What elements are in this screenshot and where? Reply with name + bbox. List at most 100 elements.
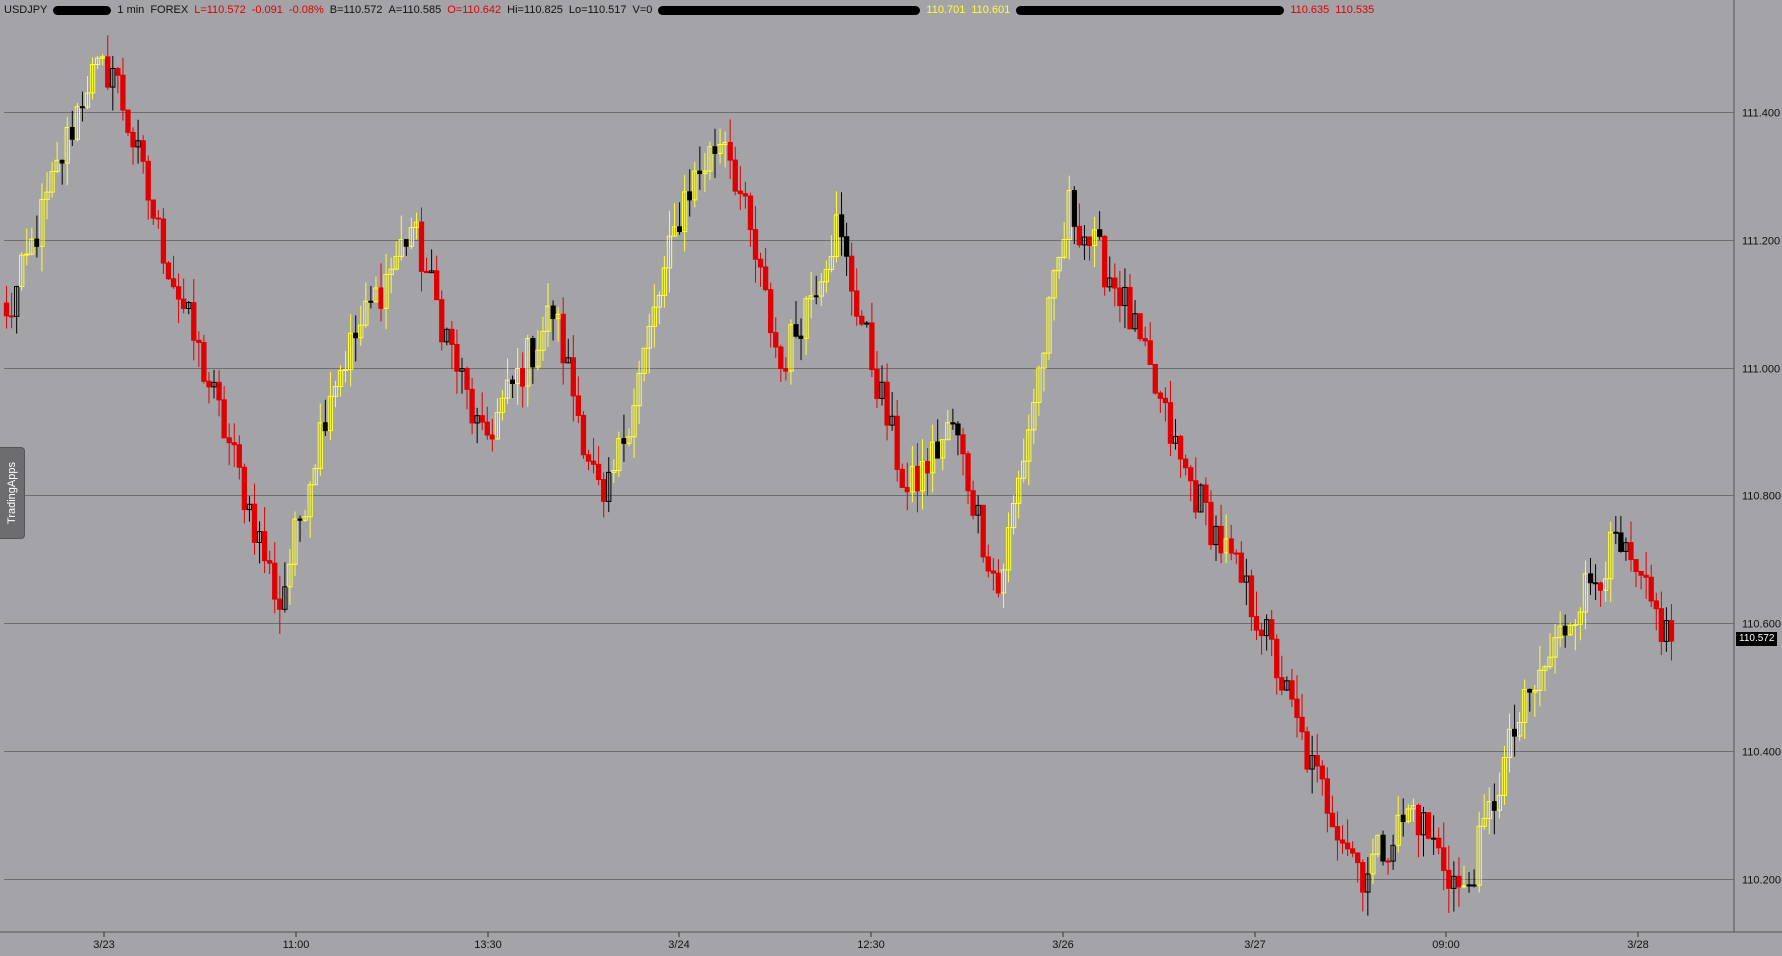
candle-body	[1274, 638, 1280, 679]
candle-body	[676, 226, 683, 232]
candle-body	[727, 141, 733, 161]
x-tick-label: 3/28	[1627, 939, 1648, 951]
candle-body	[1613, 531, 1619, 534]
candle-body	[196, 339, 202, 344]
candle-body	[550, 305, 556, 320]
candle-body	[965, 453, 971, 492]
candle-body	[1446, 869, 1452, 889]
candle-body	[778, 346, 784, 370]
candle-body	[1157, 392, 1163, 399]
indicator-2-value-b: 110.535	[1335, 4, 1375, 16]
candle-body	[869, 322, 875, 371]
candle-body	[1344, 842, 1351, 850]
y-tick-label: 110.400	[1742, 747, 1781, 759]
candle-body	[1380, 834, 1386, 862]
candle-body	[1471, 884, 1477, 887]
candle-body	[1511, 728, 1518, 737]
trading-apps-label: TradingApps	[6, 462, 18, 524]
candle-body	[570, 357, 576, 397]
candle-body	[469, 388, 475, 424]
candle-body	[181, 298, 187, 309]
candle-body	[105, 56, 111, 88]
chart-header: USDJPY 1 min FOREX L=110.572 -0.091 -0.0…	[4, 3, 1380, 17]
candle-body	[1177, 435, 1184, 460]
candle-body	[1592, 582, 1599, 585]
candle-body	[120, 74, 126, 111]
candle-body	[322, 422, 328, 432]
candle-body	[1653, 600, 1659, 610]
candle-body	[950, 422, 956, 425]
candle-body	[1167, 402, 1174, 444]
x-tick-label: 3/26	[1052, 939, 1073, 951]
candle-body	[403, 239, 409, 247]
y-tick-label: 110.800	[1742, 491, 1781, 503]
candle-body	[1203, 484, 1209, 503]
candle-body	[590, 460, 597, 465]
candle-body	[1294, 698, 1300, 718]
candle-body	[277, 598, 283, 610]
candle-body	[1587, 573, 1594, 584]
candle-body	[1319, 765, 1325, 780]
candle-body	[985, 556, 991, 572]
open-price: O=110.642	[447, 4, 502, 16]
candle-body	[1228, 538, 1234, 554]
candle-body	[1127, 286, 1133, 330]
candle-body	[783, 368, 789, 372]
interval-label: 1 min	[117, 4, 145, 16]
candle-body	[1076, 225, 1083, 246]
candle-body	[813, 295, 819, 298]
candle-body	[859, 315, 865, 325]
candle-body	[742, 193, 749, 197]
candle-body	[980, 504, 986, 558]
candle-body	[79, 106, 86, 109]
candle-body	[732, 159, 738, 192]
candle-body	[1269, 619, 1275, 640]
candle-body	[206, 380, 212, 388]
y-tick-label: 111.000	[1742, 364, 1780, 376]
candle-body	[1329, 812, 1336, 828]
candle-body	[712, 146, 718, 155]
axis-labels: 111.400 111.200 111.000 110.800 110.600 110.4…	[93, 108, 1781, 952]
candle-body	[509, 379, 516, 385]
candle-body	[1527, 689, 1533, 693]
volume-label: V=0	[632, 4, 653, 16]
candle-body	[924, 461, 931, 474]
candle-body	[935, 441, 941, 459]
candle-body	[1086, 236, 1093, 247]
candle-body	[697, 170, 703, 175]
candle-body	[297, 518, 303, 521]
candle-body	[595, 463, 602, 481]
candle-body	[221, 399, 227, 439]
price-chart[interactable]: 111.400 111.200 111.000 110.800 110.600 110.4…	[0, 0, 1782, 956]
candle-body	[1248, 575, 1255, 618]
candle-body	[1162, 397, 1169, 404]
low-price: Lo=110.517	[568, 4, 627, 16]
candle-body	[59, 159, 65, 164]
indicator-1-value-b: 110.601	[971, 4, 1011, 16]
candle-body	[687, 191, 693, 201]
candle-body	[1071, 190, 1077, 227]
candle-body	[489, 434, 495, 440]
candle-body	[1385, 860, 1391, 863]
candle-body	[1102, 235, 1108, 288]
x-tick-label: 3/27	[1244, 939, 1265, 951]
indicator-1-value-a: 110.701	[926, 4, 966, 16]
candle-body	[1142, 338, 1148, 342]
trading-apps-tab[interactable]: TradingApps	[0, 447, 25, 539]
candle-body	[520, 368, 526, 387]
candle-body	[1314, 755, 1320, 767]
candle-body	[353, 332, 359, 339]
candle-body	[1299, 716, 1305, 733]
candle-body	[762, 266, 769, 291]
candle-body	[434, 270, 440, 301]
candle-body	[125, 109, 131, 133]
candle-body	[1258, 629, 1265, 637]
candle-body	[69, 126, 75, 140]
y-tick-label: 111.400	[1742, 108, 1780, 120]
change-value: -0.091	[251, 4, 283, 16]
candle-body	[1628, 542, 1634, 561]
candle-body	[752, 229, 759, 260]
candle-body	[479, 415, 485, 423]
candle-body	[145, 160, 151, 201]
last-price: L=110.572	[194, 4, 246, 16]
